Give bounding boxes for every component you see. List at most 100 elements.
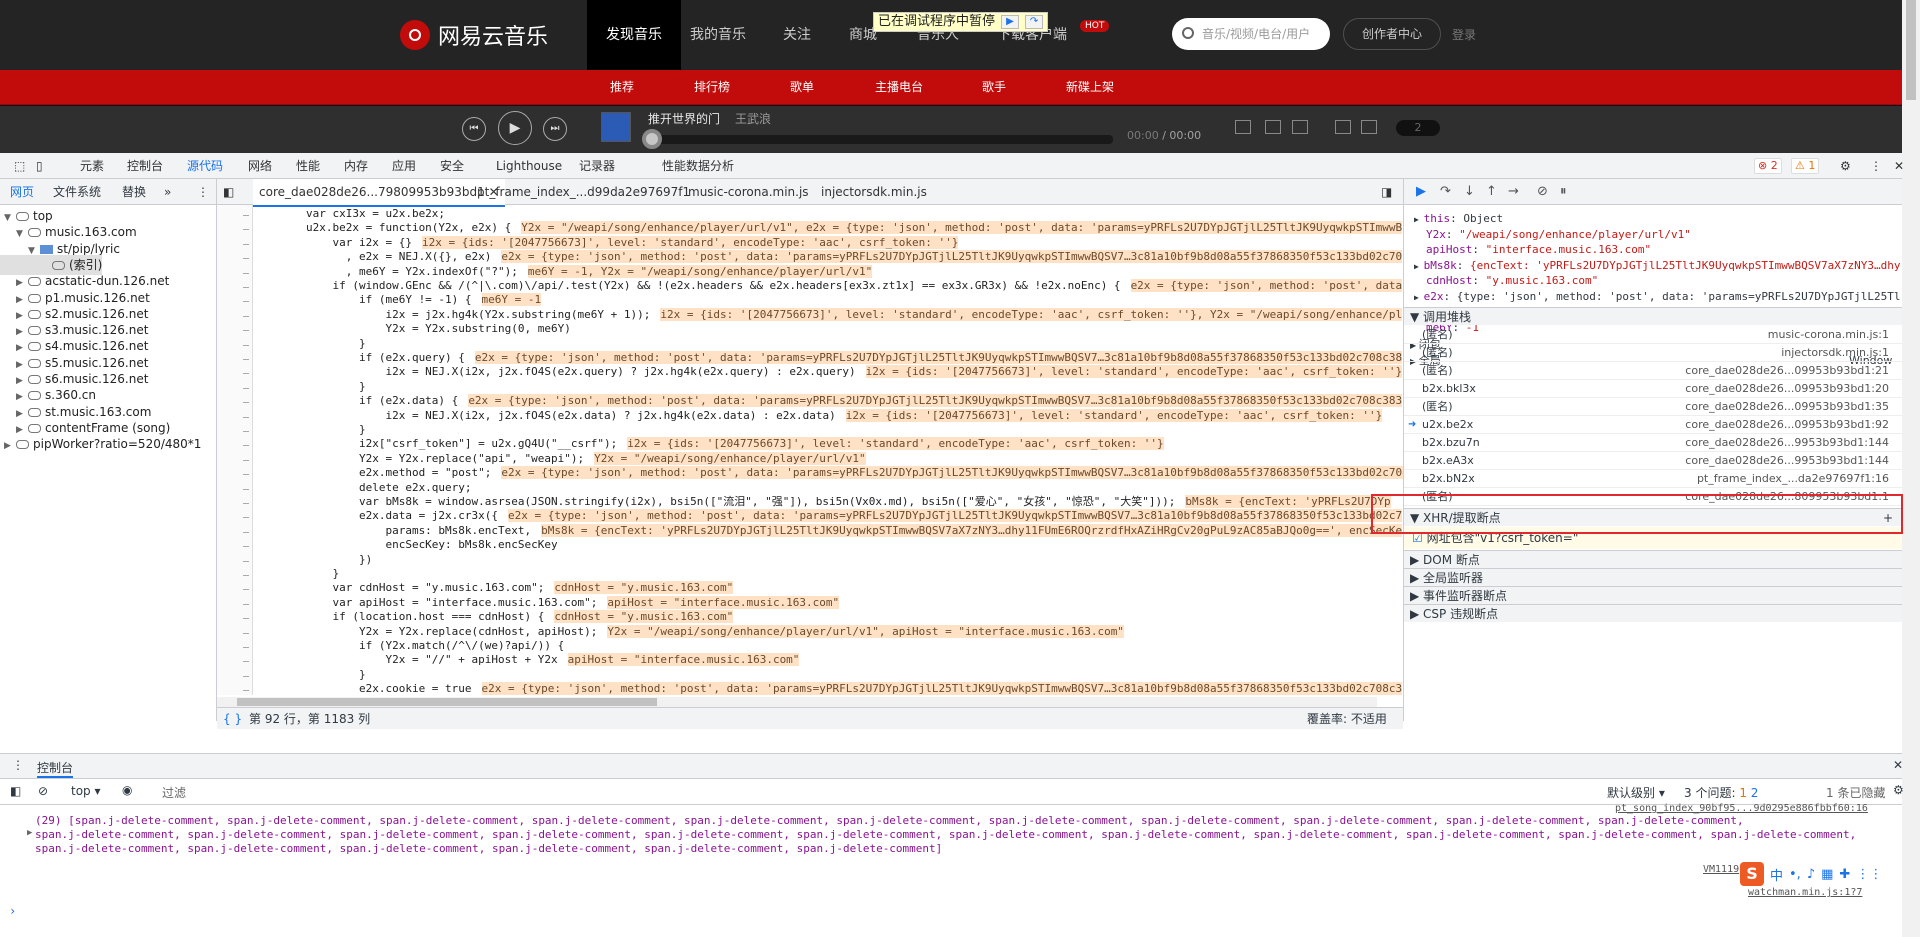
code-line[interactable]: }	[253, 380, 366, 394]
console-log-line[interactable]: (29) [span.j-delete-comment, span.j-dele…	[35, 814, 1744, 828]
next-icon[interactable]: ⏭	[543, 117, 567, 141]
nav-musician[interactable]: 音乐人	[898, 0, 978, 70]
code-line[interactable]: var i2x = {} i2x = {ids: '[2047756673]', …	[253, 235, 959, 250]
error-count-badge[interactable]: ⊗ 2	[1754, 158, 1782, 174]
scope-variable[interactable]: apiHost: "interface.music.163.com"	[1426, 242, 1651, 257]
tab-application[interactable]: 应用	[392, 153, 416, 179]
call-stack-header[interactable]: ▼ 调用堆栈	[1404, 307, 1902, 325]
subnav-radio[interactable]: 主播电台	[875, 70, 923, 104]
code-line[interactable]: if (window.GEnc && /(^|\.com)\/api/.test…	[253, 279, 1403, 293]
editor-tab-core[interactable]: core_dae028de26...79809953b93bd1 ✕	[253, 179, 505, 207]
expand-arrow-icon[interactable]: ▶	[1414, 293, 1424, 302]
play-icon[interactable]: ▶	[498, 111, 532, 145]
code-line[interactable]: i2x = NEJ.X(i2x, j2x.fO4S(e2x.data) ? j2…	[253, 408, 1383, 423]
code-line[interactable]: }	[253, 567, 339, 581]
tab-security[interactable]: 安全	[440, 153, 464, 179]
mic-icon[interactable]: ♪	[1807, 867, 1815, 882]
nav-discover[interactable]: 发现音乐	[587, 0, 681, 70]
subnav-artists[interactable]: 歌手	[982, 70, 1006, 104]
call-frame[interactable]: b2x.bN2x pt_frame_index_...da2e97697f1:16	[1404, 470, 1902, 488]
nav-menu-icon[interactable]: ⋮	[197, 179, 209, 205]
tab-console[interactable]: 控制台	[127, 153, 163, 179]
pip-icon[interactable]	[1235, 120, 1251, 134]
code-line[interactable]: if (me6Y != -1) {me6Y = -1	[253, 293, 542, 307]
code-line[interactable]: if (e2x.query) {e2x = {type: 'json', met…	[253, 351, 1403, 365]
code-line[interactable]: Y2x = Y2x.replace(cdnHost, apiHost); Y2x …	[253, 624, 1124, 639]
console-prompt-icon[interactable]: ›	[9, 904, 16, 918]
code-line[interactable]: })	[253, 553, 372, 567]
shirt-icon[interactable]: ✚	[1839, 867, 1850, 882]
toggle-debugger-icon[interactable]: ◨	[1381, 179, 1392, 205]
tab-sources[interactable]: 源代码	[187, 153, 224, 181]
grid-icon[interactable]: ⋮⋮	[1856, 867, 1882, 882]
call-frame[interactable]: b2x.bkl3x core_dae028de26...09953b93bd1:2…	[1404, 380, 1902, 398]
step-out-icon[interactable]: ↑	[1486, 184, 1497, 199]
collapsed-section[interactable]: ▶ 事件监听器断点	[1404, 586, 1902, 604]
expand-arrow-icon[interactable]: ▶	[1414, 262, 1424, 271]
drawer-close-icon[interactable]: ✕	[1893, 758, 1903, 772]
call-frame[interactable]: b2x.eA3x core_dae028de26...9953b93bd1:144	[1404, 452, 1902, 470]
nav-more-icon[interactable]: »	[164, 179, 171, 205]
keyboard-icon[interactable]: ▦	[1821, 867, 1833, 882]
expand-arrow-icon[interactable]: ▶	[4, 436, 14, 456]
horizontal-scrollbar[interactable]	[217, 697, 1377, 707]
resume-icon[interactable]: ▶	[1416, 184, 1426, 199]
warning-count-badge[interactable]: ⚠ 1	[1791, 158, 1820, 174]
site-logo[interactable]: 网易云音乐	[400, 19, 548, 51]
sidebar-toggle-icon[interactable]: ◧	[10, 784, 21, 798]
scope-variable[interactable]: Y2x: "/weapi/song/enhance/player/url/v1"	[1426, 227, 1691, 242]
code-line[interactable]: if (e2x.data) {e2x = {type: 'json', meth…	[253, 394, 1403, 408]
sogou-icon[interactable]: S	[1740, 862, 1764, 886]
tab-lighthouse[interactable]: Lighthouse	[496, 153, 562, 179]
code-line[interactable]: var cdnHost = "y.music.163.com"; cdnHost …	[253, 581, 734, 595]
nav-tab-page[interactable]: 网页	[10, 179, 34, 205]
clear-console-icon[interactable]: ⊘	[38, 784, 48, 798]
code-line[interactable]: e2x.cookie = true e2x = {type: 'json', me…	[253, 682, 1403, 695]
subnav-rankings[interactable]: 排行榜	[694, 70, 730, 104]
progress-knob[interactable]	[642, 129, 662, 149]
code-line[interactable]: Y2x = Y2x.substring(0, me6Y)	[253, 322, 570, 336]
step-icon[interactable]: →	[1508, 184, 1519, 199]
line-gutter[interactable]	[217, 205, 253, 706]
editor-tab-music-corona[interactable]: music-corona.min.js	[688, 179, 809, 205]
tab-recorder[interactable]: 记录器	[579, 153, 615, 179]
scope-variable[interactable]: ▶ e2x: {type: 'json', method: 'post', da…	[1414, 289, 1900, 304]
collapsed-section[interactable]: ▶ CSP 违规断点	[1404, 604, 1902, 622]
call-frame[interactable]: (匿名) injectorsdk.min.js:1	[1404, 344, 1902, 362]
console-settings-icon[interactable]: ⚙	[1893, 783, 1904, 797]
drawer-menu-icon[interactable]: ⋮	[12, 758, 24, 772]
code-area[interactable]: var cxI3x = u2x.be2x; u2x.be2x = functio…	[253, 205, 1403, 695]
collapsed-section[interactable]: ▶ 全局监听器	[1404, 568, 1902, 586]
code-line[interactable]: if (Y2x.match(/^\/(we)?api/)) {	[253, 639, 564, 653]
punctuation-icon[interactable]: •,	[1789, 867, 1801, 882]
subnav-playlists[interactable]: 歌单	[790, 70, 814, 104]
context-selector[interactable]: top ▾	[71, 784, 101, 798]
collect-icon[interactable]	[1265, 120, 1281, 134]
code-line[interactable]: }	[253, 668, 366, 682]
search-input[interactable]: 音乐/视频/电台/用户	[1172, 18, 1330, 50]
tree-item[interactable]: ▶ pipWorker?ratio=520/480*1	[0, 434, 201, 454]
collapsed-section[interactable]: ▶ DOM 断点	[1404, 550, 1902, 568]
nav-download[interactable]: 下载客户端	[978, 0, 1086, 70]
subnav-new-albums[interactable]: 新碟上架	[1066, 70, 1114, 104]
scroll-thumb[interactable]	[1906, 0, 1916, 100]
album-cover[interactable]	[601, 112, 631, 142]
drawer-tab-console[interactable]: 控制台	[37, 759, 74, 778]
tab-performance[interactable]: 性能	[296, 153, 320, 179]
hscroll-thumb[interactable]	[237, 698, 657, 706]
scope-variable[interactable]: ▶ bMs8k: {encText: 'yPRFLs2U7DYpJGTjlL25…	[1414, 258, 1900, 273]
scope-variable[interactable]: cdnHost: "y.music.163.com"	[1426, 273, 1598, 288]
toggle-navigator-icon[interactable]: ◧	[223, 179, 234, 205]
pretty-print-icon[interactable]: { }	[223, 708, 242, 730]
tab-perf-insights[interactable]: 性能数据分析	[662, 153, 734, 179]
code-line[interactable]: e2x.data = j2x.cr3x({e2x = {type: 'json'…	[253, 509, 1403, 523]
song-title[interactable]: 推开世界的门	[648, 110, 720, 127]
call-frame[interactable]: ➜ u2x.be2x core_dae028de26...09953b93bd1:9…	[1404, 416, 1902, 434]
settings-icon[interactable]: ⚙	[1840, 153, 1851, 179]
nav-follow[interactable]: 关注	[764, 0, 830, 70]
code-line[interactable]: u2x.be2x = function(Y2x, e2x) {Y2x = "/w…	[253, 221, 1403, 235]
code-line[interactable]: encSecKey: bMs8k.encSecKey	[253, 538, 557, 552]
nav-mall[interactable]: 商城	[830, 0, 896, 70]
code-line[interactable]: var bMs8k = window.asrsea(JSON.stringify…	[253, 495, 1391, 509]
inspect-icon[interactable]: ⬚	[14, 153, 25, 179]
